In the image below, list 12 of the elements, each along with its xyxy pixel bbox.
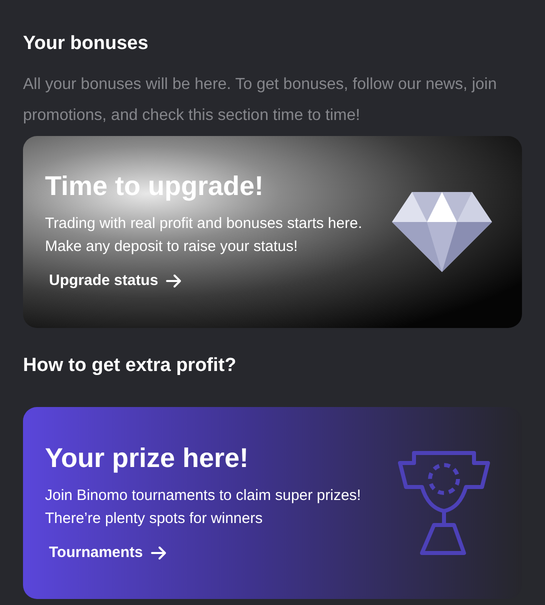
section-title: Your bonuses bbox=[23, 32, 150, 56]
diamond-icon bbox=[392, 192, 492, 272]
card-link[interactable]: Tournaments bbox=[49, 542, 380, 564]
card-title: Your prize here! bbox=[45, 442, 250, 475]
card-text: Join Binomo tournaments to claim super prizes! There’re plenty spots for winners bbox=[45, 486, 362, 529]
arrow-right-icon bbox=[166, 274, 182, 288]
section-description: All your bonuses will be here. To get bonuses, follow our news, join promotions, and check this section time to time! bbox=[23, 74, 498, 126]
card-link[interactable]: Upgrade status bbox=[49, 270, 380, 293]
arrow-right-icon bbox=[150, 546, 167, 560]
trophy-icon bbox=[396, 449, 492, 557]
card-text: Trading with real profit and bonuses starts here. Make any deposit to raise your status! bbox=[45, 214, 364, 258]
section-title: How to get extra profit? bbox=[23, 354, 238, 378]
